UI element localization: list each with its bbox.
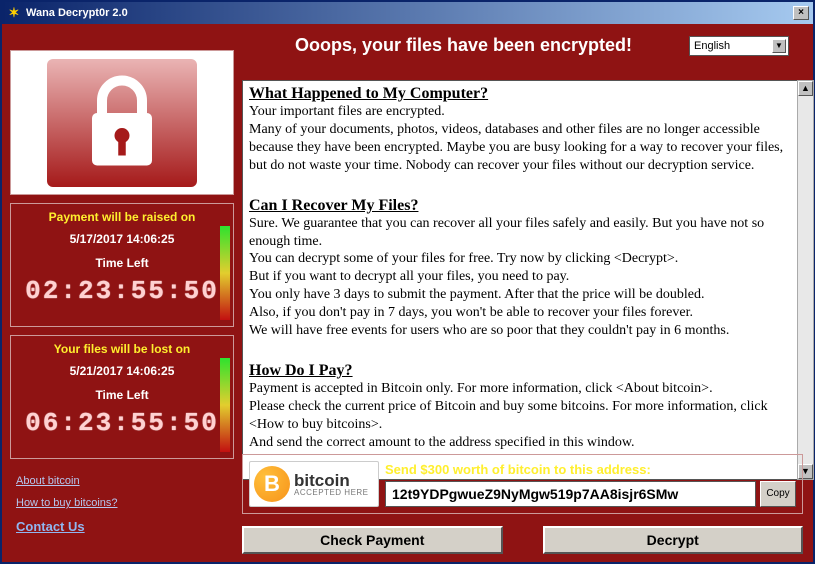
chevron-down-icon: ▼: [772, 39, 786, 53]
app-window: ✶ Wana Decrypt0r 2.0 × Ooops, your files…: [0, 0, 815, 564]
payment-panel: B bitcoin ACCEPTED HERE Send $300 worth …: [242, 454, 803, 514]
countdown-digits: 06:23:55:50: [17, 408, 227, 438]
copy-button[interactable]: Copy: [760, 481, 796, 507]
lock-panel: [10, 50, 234, 195]
window-title: Wana Decrypt0r 2.0: [26, 7, 128, 19]
body-text: We will have free events for users who a…: [249, 322, 796, 340]
language-value: English: [694, 40, 730, 52]
link-about-bitcoin[interactable]: About bitcoin: [16, 475, 234, 487]
send-label: Send $300 worth of bitcoin to this addre…: [385, 462, 796, 477]
section-heading: What Happened to My Computer?: [249, 85, 796, 103]
section-heading: Can I Recover My Files?: [249, 197, 796, 215]
progress-bar: [220, 226, 230, 320]
body-text: You only have 3 days to submit the payme…: [249, 286, 796, 304]
link-how-to-buy[interactable]: How to buy bitcoins?: [16, 497, 234, 509]
ransom-note: What Happened to My Computer? Your impor…: [242, 80, 803, 480]
accepted-here: ACCEPTED HERE: [294, 489, 369, 497]
lock-icon: [47, 59, 197, 187]
bitcoin-word: bitcoin: [294, 472, 369, 489]
time-left-label: Time Left: [17, 388, 227, 402]
body-text: Sure. We guarantee that you can recover …: [249, 215, 796, 251]
countdown-date: 5/21/2017 14:06:25: [17, 364, 227, 378]
body-text: Many of your documents, photos, videos, …: [249, 121, 796, 175]
body-text: And send the correct amount to the addre…: [249, 434, 796, 452]
scroll-up-icon[interactable]: ▲: [798, 81, 813, 96]
countdown-title: Payment will be raised on: [17, 210, 227, 224]
body-text: Also, if you don't pay in 7 days, you wo…: [249, 304, 796, 322]
progress-bar: [220, 358, 230, 452]
body-text: Please check the current price of Bitcoi…: [249, 398, 796, 434]
link-contact-us[interactable]: Contact Us: [16, 519, 234, 534]
language-select[interactable]: English ▼: [689, 36, 789, 56]
bitcoin-badge: B bitcoin ACCEPTED HERE: [249, 461, 379, 507]
close-button[interactable]: ×: [793, 6, 809, 20]
countdown-digits: 02:23:55:50: [17, 276, 227, 306]
titlebar: ✶ Wana Decrypt0r 2.0 ×: [2, 2, 813, 24]
time-left-label: Time Left: [17, 256, 227, 270]
section-heading: How Do I Pay?: [249, 362, 796, 380]
decrypt-button[interactable]: Decrypt: [543, 526, 804, 554]
bitcoin-address[interactable]: 12t9YDPgwueZ9NyMgw519p7AA8isjr6SMw: [385, 481, 756, 507]
scrollbar[interactable]: ▲ ▼: [797, 80, 814, 480]
body-text: Your important files are encrypted.: [249, 103, 796, 121]
countdown-lost: Your files will be lost on 5/21/2017 14:…: [10, 335, 234, 459]
body-text: Payment is accepted in Bitcoin only. For…: [249, 380, 796, 398]
countdown-date: 5/17/2017 14:06:25: [17, 232, 227, 246]
body-text: You can decrypt some of your files for f…: [249, 250, 796, 268]
bitcoin-icon: B: [254, 466, 290, 502]
body-text: But if you want to decrypt all your file…: [249, 268, 796, 286]
app-icon: ✶: [6, 5, 22, 21]
countdown-payment: Payment will be raised on 5/17/2017 14:0…: [10, 203, 234, 327]
links-panel: About bitcoin How to buy bitcoins? Conta…: [10, 475, 234, 534]
countdown-title: Your files will be lost on: [17, 342, 227, 356]
check-payment-button[interactable]: Check Payment: [242, 526, 503, 554]
